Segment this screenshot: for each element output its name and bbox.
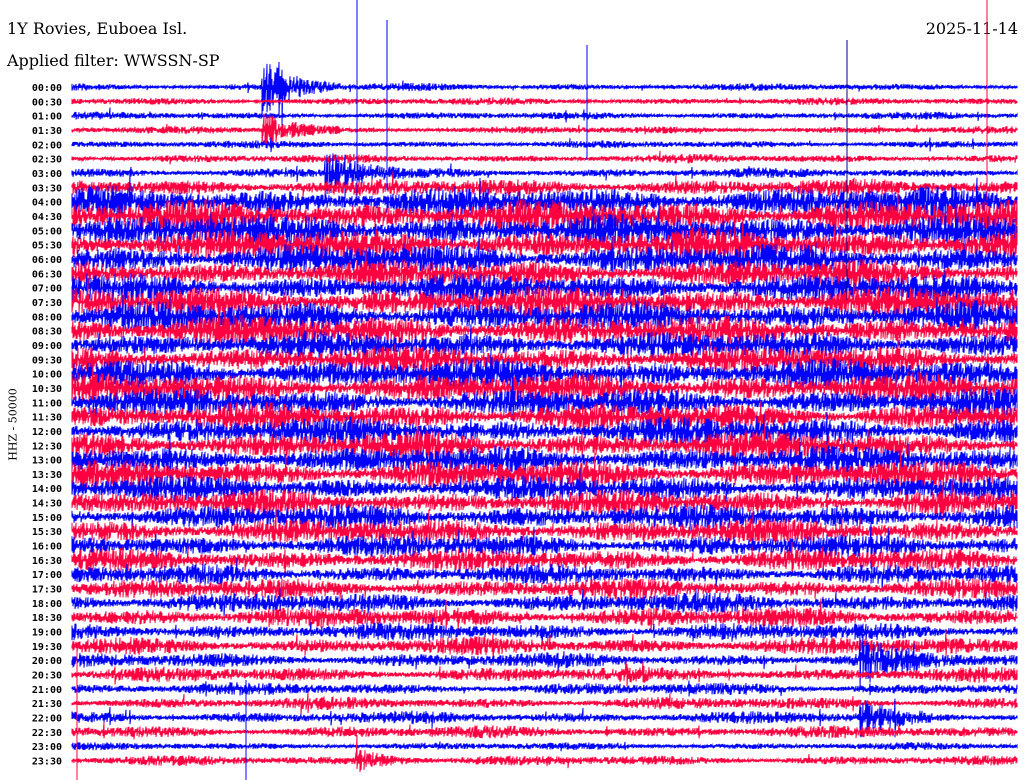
row-time-label: 22:30 [32,728,62,739]
seismic-trace [71,692,1018,715]
seismic-trace [71,137,1018,153]
row-time-label: 11:00 [32,398,62,409]
row-time-label: 07:30 [32,298,62,309]
row-time-label: 20:00 [32,656,62,667]
row-time-label: 19:30 [32,642,62,653]
row-time-label: 06:30 [32,269,62,280]
row-time-label: 00:00 [32,83,62,94]
seismic-trace [71,680,1018,697]
row-time-label: 03:30 [32,183,62,194]
row-time-label: 13:30 [32,470,62,481]
row-time-label: 15:30 [32,527,62,538]
row-time-label: 21:00 [32,685,62,696]
row-time-label: 10:30 [32,384,62,395]
row-time-label: 06:00 [32,255,62,266]
row-time-label: 08:30 [32,327,62,338]
row-time-label: 09:00 [32,341,62,352]
row-time-label: 10:00 [32,370,62,381]
row-time-label: 20:30 [32,671,62,682]
row-time-label: 01:30 [32,126,62,137]
seismic-trace [71,741,1018,752]
row-time-label: 05:30 [32,241,62,252]
row-time-label: 14:00 [32,484,62,495]
helicorder-plot: 00:00 00:30 01:00 01:30 02:00 02:30 03:00 03:30… [32,0,1018,780]
row-time-label: 22:00 [32,714,62,725]
row-time-label: 03:00 [32,169,62,180]
row-time-label: 18:30 [32,613,62,624]
seismic-trace [71,617,1018,647]
row-time-label: 00:30 [32,97,62,108]
row-time-label: 19:00 [32,628,62,639]
row-time-label: 18:00 [32,599,62,610]
row-time-label: 12:00 [32,427,62,438]
row-time-label: 23:30 [32,757,62,768]
row-time-label: 11:30 [32,413,62,424]
row-time-label: 04:30 [32,212,62,223]
row-time-label: 07:00 [32,284,62,295]
seismic-trace [71,107,1018,123]
seismic-trace [71,735,1018,773]
row-time-label: 17:00 [32,570,62,581]
row-time-label: 08:00 [32,312,62,323]
row-time-label: 16:00 [32,542,62,553]
row-time-label: 04:00 [32,198,62,209]
row-time-label: 16:30 [32,556,62,567]
row-time-label: 12:30 [32,441,62,452]
seismic-trace [71,97,1018,106]
row-time-label: 05:00 [32,226,62,237]
row-time-label: 23:00 [32,742,62,753]
row-time-label: 15:00 [32,513,62,524]
row-time-label: 14:30 [32,499,62,510]
row-time-label: 02:30 [32,155,62,166]
row-time-label: 01:00 [32,112,62,123]
seismic-trace [71,150,1018,165]
row-time-label: 09:30 [32,355,62,366]
row-time-label: 17:30 [32,585,62,596]
seismic-trace [71,634,1018,689]
row-time-label: 13:00 [32,456,62,467]
row-time-label: 21:30 [32,699,62,710]
row-time-label: 02:00 [32,140,62,151]
